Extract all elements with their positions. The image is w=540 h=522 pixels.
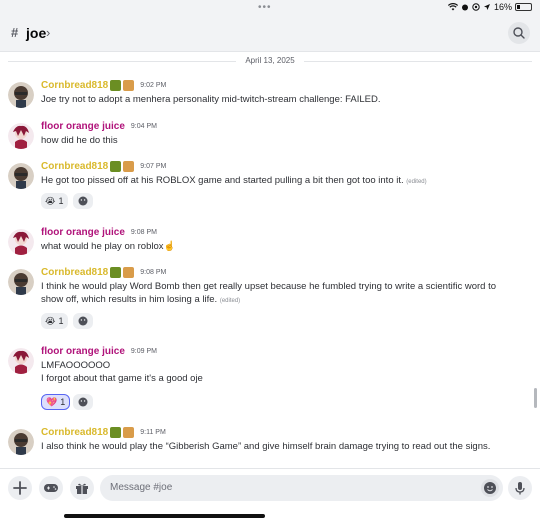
alarm-icon xyxy=(461,4,468,11)
avatar-cornbread818[interactable] xyxy=(8,163,34,189)
avatar-cornbread818[interactable] xyxy=(8,269,34,295)
channel-title[interactable]: joe xyxy=(26,25,46,41)
message-line: I forgot about that game it's a good oje xyxy=(41,373,203,384)
reaction-emoji: 💖 xyxy=(46,396,58,407)
gift-button[interactable] xyxy=(70,476,94,500)
author-name[interactable]: floor orange juice xyxy=(41,227,125,238)
multitasking-dots-icon[interactable]: ••• xyxy=(258,3,272,13)
bread-badge-icon xyxy=(123,161,135,172)
timestamp: 9:04 PM xyxy=(130,123,157,130)
reaction-count: 1 xyxy=(58,196,64,206)
role-badge-icon xyxy=(110,80,122,91)
timestamp: 9:09 PM xyxy=(130,348,157,355)
add-reaction-icon xyxy=(78,397,88,407)
emoji-icon xyxy=(484,482,496,494)
date-divider: April 13, 2025 xyxy=(0,56,540,65)
edited-label: (edited) xyxy=(406,179,427,185)
focus-icon xyxy=(472,3,480,11)
message-line: show off, which results in him losing a … xyxy=(41,293,521,308)
message-input[interactable]: Message #joe xyxy=(100,475,503,501)
avatar-floor-orange-juice[interactable] xyxy=(8,123,34,149)
hash-threads-icon: # xyxy=(11,25,19,40)
gamepad-icon xyxy=(44,484,58,492)
author-name[interactable]: floor orange juice xyxy=(41,121,125,132)
scrollbar[interactable] xyxy=(534,388,537,408)
avatar-floor-orange-juice[interactable] xyxy=(8,348,34,374)
reaction-crying[interactable]: 😭 1 xyxy=(41,313,68,329)
author-name[interactable]: Cornbread818 xyxy=(41,427,108,438)
timestamp: 9:08 PM xyxy=(140,269,167,276)
search-icon xyxy=(513,27,525,39)
message-composer: Message #joe xyxy=(0,468,540,508)
message-text: LMFAOOOOOO I forgot about that game it's… xyxy=(41,359,521,385)
message-text: He got too pissed off at his ROBLOX game… xyxy=(41,174,521,189)
add-reaction-icon xyxy=(78,316,88,326)
activities-button[interactable] xyxy=(39,476,63,500)
microphone-icon xyxy=(515,482,525,495)
message-text: what would he play on roblox☝️ xyxy=(41,241,176,252)
plus-icon xyxy=(13,481,27,495)
reaction-heart[interactable]: 💖 1 xyxy=(41,394,71,410)
channel-header: # joe › xyxy=(0,16,540,52)
role-badge-icon xyxy=(110,427,122,438)
avatar-cornbread818[interactable] xyxy=(8,82,34,108)
divider-line-left xyxy=(8,61,236,62)
timestamp: 9:11 PM xyxy=(140,429,166,436)
message-text: how did he do this xyxy=(41,135,118,146)
battery-percent: 16% xyxy=(493,2,512,12)
reaction-count: 1 xyxy=(58,316,64,326)
add-reaction-button[interactable] xyxy=(73,193,93,209)
status-bar: ••• 16% xyxy=(0,0,540,16)
message-line: I think he would play Word Bomb then get… xyxy=(41,281,497,292)
bread-badge-icon xyxy=(123,267,135,278)
attach-button[interactable] xyxy=(8,476,32,500)
message-text: I also think he would play the “Gibberis… xyxy=(41,441,491,452)
message-body: show off, which results in him losing a … xyxy=(41,294,218,305)
message-line: LMFAOOOOOO xyxy=(41,360,111,371)
status-indicators: 16% xyxy=(447,2,532,12)
add-reaction-icon xyxy=(78,196,88,206)
avatar-cornbread818[interactable] xyxy=(8,429,34,455)
message-placeholder: Message #joe xyxy=(110,482,173,493)
add-reaction-button[interactable] xyxy=(73,313,93,329)
author-name[interactable]: Cornbread818 xyxy=(41,80,108,91)
message-body: He got too pissed off at his ROBLOX game… xyxy=(41,175,404,186)
avatar-floor-orange-juice[interactable] xyxy=(8,229,34,255)
chevron-right-icon[interactable]: › xyxy=(46,25,50,40)
voice-message-button[interactable] xyxy=(508,476,532,500)
wifi-icon xyxy=(447,3,458,11)
search-button[interactable] xyxy=(508,22,530,44)
message-text: Joe try not to adopt a menhera personali… xyxy=(41,94,381,105)
bread-badge-icon xyxy=(123,427,135,438)
add-reaction-button[interactable] xyxy=(73,394,93,410)
home-indicator[interactable] xyxy=(64,514,265,518)
gift-icon xyxy=(76,483,88,494)
role-badge-icon xyxy=(110,161,122,172)
role-badge-icon xyxy=(110,267,122,278)
battery-icon xyxy=(515,3,532,11)
message-text: I think he would play Word Bomb then get… xyxy=(41,280,521,308)
divider-line-right xyxy=(304,61,532,62)
bread-badge-icon xyxy=(123,80,135,91)
timestamp: 9:08 PM xyxy=(130,229,157,236)
edited-label: (edited) xyxy=(219,298,241,304)
reaction-crying[interactable]: 😭 1 xyxy=(41,193,68,209)
reaction-emoji: 😭 xyxy=(45,315,56,326)
divider-date: April 13, 2025 xyxy=(240,56,300,65)
author-name[interactable]: floor orange juice xyxy=(41,346,125,357)
reaction-count: 1 xyxy=(60,397,66,407)
author-name[interactable]: Cornbread818 xyxy=(41,267,108,278)
reaction-emoji: 😭 xyxy=(45,195,56,206)
emoji-button[interactable] xyxy=(481,479,499,497)
timestamp: 9:02 PM xyxy=(140,82,167,89)
location-arrow-icon xyxy=(483,4,490,10)
timestamp: 9:07 PM xyxy=(140,163,167,170)
author-name[interactable]: Cornbread818 xyxy=(41,161,108,172)
